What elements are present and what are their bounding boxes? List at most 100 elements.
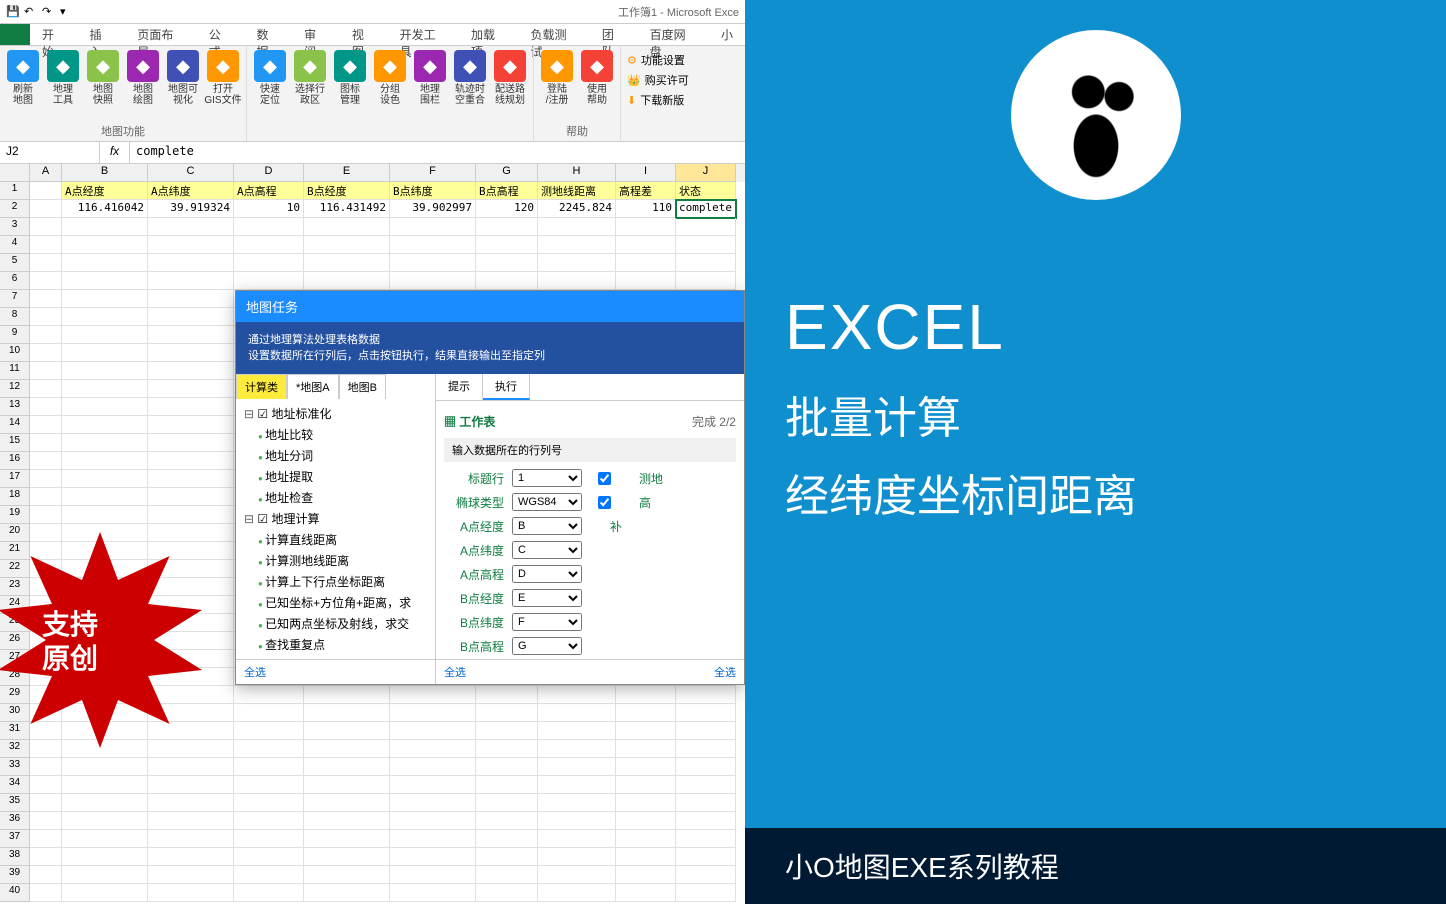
row-header[interactable]: 12	[0, 380, 30, 398]
cell[interactable]	[62, 272, 148, 290]
ribbon-tab[interactable]: 开始	[30, 24, 78, 45]
cell[interactable]	[676, 686, 736, 704]
cell[interactable]	[616, 758, 676, 776]
cell[interactable]	[676, 236, 736, 254]
cell[interactable]	[390, 812, 476, 830]
cell[interactable]	[148, 488, 234, 506]
cell[interactable]	[390, 704, 476, 722]
column-header[interactable]: I	[616, 164, 676, 182]
cell[interactable]	[390, 740, 476, 758]
cell[interactable]	[476, 776, 538, 794]
ribbon-tab[interactable]: 百度网盘	[638, 24, 709, 45]
column-header[interactable]: E	[304, 164, 390, 182]
save-icon[interactable]: 💾	[6, 5, 20, 19]
field-checkbox[interactable]	[598, 496, 611, 509]
cell[interactable]	[390, 686, 476, 704]
cell[interactable]	[148, 794, 234, 812]
cell[interactable]	[62, 308, 148, 326]
cell[interactable]	[234, 722, 304, 740]
cell[interactable]	[30, 326, 62, 344]
cell[interactable]: 10	[234, 200, 304, 218]
cell[interactable]	[476, 218, 538, 236]
cell[interactable]	[234, 272, 304, 290]
cell[interactable]	[30, 866, 62, 884]
cell[interactable]	[538, 848, 616, 866]
cell[interactable]	[30, 272, 62, 290]
row-header[interactable]: 36	[0, 812, 30, 830]
cell[interactable]	[62, 362, 148, 380]
cell[interactable]	[148, 416, 234, 434]
cell[interactable]	[30, 182, 62, 200]
cell[interactable]: B点高程	[476, 182, 538, 200]
cell[interactable]	[616, 830, 676, 848]
tree-node[interactable]: 地址检查	[240, 487, 431, 508]
column-header[interactable]: C	[148, 164, 234, 182]
cell[interactable]	[304, 812, 390, 830]
cell[interactable]	[676, 758, 736, 776]
row-header[interactable]: 9	[0, 326, 30, 344]
cell[interactable]	[62, 794, 148, 812]
cell[interactable]	[676, 740, 736, 758]
cell[interactable]	[148, 866, 234, 884]
cell[interactable]	[62, 344, 148, 362]
cell[interactable]	[538, 758, 616, 776]
cell[interactable]: 110	[616, 200, 676, 218]
field-select[interactable]: WGS84	[512, 493, 582, 511]
cell[interactable]	[30, 200, 62, 218]
column-header[interactable]: J	[676, 164, 736, 182]
ribbon-tab[interactable]: 审阅	[292, 24, 340, 45]
cell[interactable]	[616, 848, 676, 866]
cell[interactable]	[234, 830, 304, 848]
cell[interactable]	[234, 794, 304, 812]
cell[interactable]	[234, 254, 304, 272]
cell[interactable]	[616, 236, 676, 254]
cell[interactable]	[62, 236, 148, 254]
tree-node[interactable]: 查找重复点	[240, 634, 431, 655]
column-header[interactable]: H	[538, 164, 616, 182]
row-header[interactable]: 11	[0, 362, 30, 380]
cell[interactable]: 2245.824	[538, 200, 616, 218]
cell[interactable]	[616, 272, 676, 290]
row-header[interactable]: 35	[0, 794, 30, 812]
cell[interactable]	[476, 740, 538, 758]
field-select[interactable]: D	[512, 565, 582, 583]
row-header[interactable]: 5	[0, 254, 30, 272]
row-header[interactable]: 1	[0, 182, 30, 200]
cell[interactable]: B点纬度	[390, 182, 476, 200]
cell[interactable]	[390, 794, 476, 812]
cell[interactable]	[304, 776, 390, 794]
cell[interactable]	[538, 272, 616, 290]
cell[interactable]	[148, 776, 234, 794]
tree-node[interactable]: 已知坐标+方位角+距离，求	[240, 592, 431, 613]
cell[interactable]	[538, 776, 616, 794]
tree-node[interactable]: 地址比较	[240, 424, 431, 445]
form-tab[interactable]: 执行	[483, 374, 530, 400]
cell[interactable]	[62, 416, 148, 434]
cell[interactable]	[148, 884, 234, 902]
cell[interactable]	[304, 884, 390, 902]
cell[interactable]	[476, 830, 538, 848]
row-header[interactable]: 10	[0, 344, 30, 362]
cell[interactable]	[390, 722, 476, 740]
ribbon-button[interactable]: ◆快速定位	[251, 50, 289, 137]
cell[interactable]	[676, 848, 736, 866]
cell[interactable]	[538, 722, 616, 740]
cell[interactable]	[30, 362, 62, 380]
cell[interactable]	[148, 254, 234, 272]
column-header[interactable]: A	[30, 164, 62, 182]
cell[interactable]	[30, 884, 62, 902]
field-select[interactable]: 1	[512, 469, 582, 487]
cell[interactable]	[234, 812, 304, 830]
cell[interactable]: B点经度	[304, 182, 390, 200]
cell[interactable]	[30, 308, 62, 326]
cell[interactable]	[476, 236, 538, 254]
cell[interactable]	[616, 704, 676, 722]
cell[interactable]	[476, 866, 538, 884]
cell[interactable]	[148, 758, 234, 776]
row-header[interactable]: 7	[0, 290, 30, 308]
cell[interactable]	[676, 812, 736, 830]
ribbon-tab[interactable]: 页面布局	[125, 24, 196, 45]
cell[interactable]	[30, 416, 62, 434]
ribbon-tab[interactable]: 公式	[197, 24, 245, 45]
undo-icon[interactable]: ↶	[24, 5, 38, 19]
